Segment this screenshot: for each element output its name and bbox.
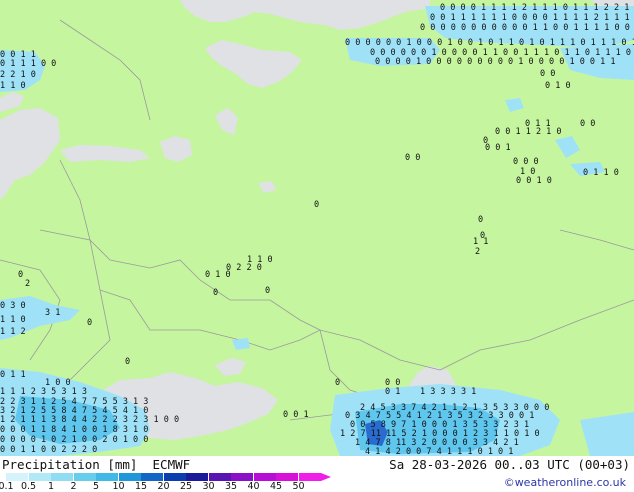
grid-value-row: 0 0 0 — [513, 157, 539, 167]
grid-value-row: 0 0 0 0 0 0 1 0 0 0 1 0 0 1 0 1 1 0 1 0 … — [345, 38, 634, 48]
scale-swatch — [231, 473, 253, 481]
grid-value-row: 0 — [18, 270, 23, 280]
grid-value-row: 0 0 0 0 1 0 0 0 0 0 0 0 0 0 1 0 0 0 0 1 … — [375, 57, 616, 67]
precipitation-map: 0 0 0 0 1 1 1 1 2 1 1 1 0 1 1 1 2 2 1 1 … — [0, 0, 634, 457]
grid-value-row: 3 1 — [45, 308, 60, 318]
grid-value-row: 0 1 1 — [525, 119, 551, 129]
scale-swatch — [141, 473, 163, 481]
precip-title: Precipitation [mm] — [2, 457, 138, 472]
grid-value-row: 0 0 0 0 1 1 1 1 2 1 1 1 0 1 1 1 2 2 1 1 … — [440, 3, 634, 13]
scale-tick-label: 0.5 — [20, 481, 37, 492]
scale-tick-label: 10 — [112, 481, 125, 492]
scale-tick-label: 45 — [269, 481, 283, 492]
grid-value-row: 0 — [125, 357, 130, 367]
scale-tick-label: 50 — [292, 481, 305, 492]
scale-swatch — [73, 473, 96, 481]
legend-title: Precipitation [mm] ECMWF — [2, 457, 190, 472]
grid-value-row: 0 1 1 — [0, 370, 26, 380]
grid-value-row: 0 0 1 — [485, 143, 511, 153]
grid-value-row: 1 3 3 3 3 1 — [420, 387, 476, 397]
scale-tick-label: 25 — [179, 481, 193, 492]
grid-value-row: 0 1 1 0 — [583, 168, 619, 178]
grid-value-row: 0 0 — [540, 69, 555, 79]
grid-value-row: 2 — [475, 247, 480, 257]
grid-value-row: 1 1 1 2 3 5 3 1 3 — [0, 387, 87, 397]
grid-value-row: 1 1 0 — [0, 81, 26, 91]
scale-swatch — [118, 473, 141, 481]
grid-value-row: 1 2 1 1 1 3 8 4 4 2 2 2 3 2 3 1 0 0 — [0, 415, 179, 425]
scale-swatch — [253, 473, 276, 481]
scale-swatch — [28, 473, 51, 481]
scale-swatch — [51, 473, 73, 481]
grid-value-row: 0 1 1 1 0 0 — [0, 59, 56, 69]
scale-tick-label: 20 — [157, 481, 170, 492]
scale-tick-label: 0.1 — [0, 481, 14, 492]
scale-swatch — [208, 473, 231, 481]
grid-value-row: 0 0 — [580, 119, 595, 129]
scale-arrow — [321, 473, 331, 481]
grid-value-row: 0 — [478, 215, 483, 225]
scale-tick-label: 30 — [202, 481, 215, 492]
scale-swatch — [298, 473, 321, 481]
grid-value-row: 0 — [87, 318, 92, 328]
grid-value-row: 0 0 — [405, 153, 420, 163]
legend-bar: Precipitation [mm] ECMWF Sa 28-03-2026 0… — [0, 456, 634, 492]
scale-tick-label: 40 — [247, 481, 260, 492]
scale-tick-label: 35 — [224, 481, 238, 492]
grid-value-row: 0 — [213, 288, 218, 298]
credit-link[interactable]: ©weatheronline.co.uk — [504, 476, 626, 489]
grid-value-row: 0 0 1 1 0 0 2 2 2 0 — [0, 445, 97, 455]
grid-value-row: 0 0 0 0 1 0 2 1 0 0 2 0 1 0 0 — [0, 435, 148, 445]
run-info: Sa 28-03-2026 00..03 UTC (00+03) — [389, 457, 630, 472]
scale-tick-label: 1 — [47, 481, 55, 492]
grid-value-row: 4 1 4 2 0 0 7 4 1 1 1 0 1 0 1 — [365, 447, 513, 456]
grid-value-row: 0 0 1 1 1 1 1 1 0 0 0 0 1 1 1 1 2 1 1 1 … — [430, 13, 634, 23]
grid-value-row: 0 1 0 — [545, 81, 571, 91]
grid-value-row: 0 — [480, 231, 485, 241]
grid-value-row: 1 1 0 — [0, 315, 26, 325]
grid-value-row: 0 0 0 1 1 8 4 1 0 0 1 8 3 1 0 — [0, 425, 148, 435]
grid-value-row: 0 0 1 0 — [516, 176, 552, 186]
scale-swatch — [96, 473, 118, 481]
grid-value-row: 0 0 0 0 0 0 0 0 0 0 0 1 1 0 0 1 1 1 1 0 … — [420, 23, 634, 33]
grid-value-row: 1 1 2 — [0, 327, 26, 337]
grid-value-row: 0 0 1 — [283, 410, 309, 420]
grid-value-row: 0 1 0 — [205, 270, 231, 280]
grid-value-row: 2 2 1 0 — [0, 70, 36, 80]
scale-swatch — [186, 473, 208, 481]
scale-swatch — [276, 473, 298, 481]
grid-value-row: 0 — [335, 378, 340, 388]
scale-swatch — [6, 473, 28, 481]
grid-value-row: 0 — [265, 286, 270, 296]
grid-value-row: 0 3 0 — [0, 301, 26, 311]
scale-swatch — [163, 473, 186, 481]
model-name: ECMWF — [152, 457, 191, 472]
grid-value-row: 0 2 2 0 — [226, 263, 262, 273]
grid-value-row: 2 — [25, 279, 30, 289]
scale-tick-label: 15 — [134, 481, 148, 492]
scale-tick-label: 5 — [92, 481, 100, 492]
grid-value-row: 0 1 — [385, 387, 400, 397]
grid-value-row: 0 — [314, 200, 319, 210]
scale-tick-label: 2 — [70, 481, 77, 492]
